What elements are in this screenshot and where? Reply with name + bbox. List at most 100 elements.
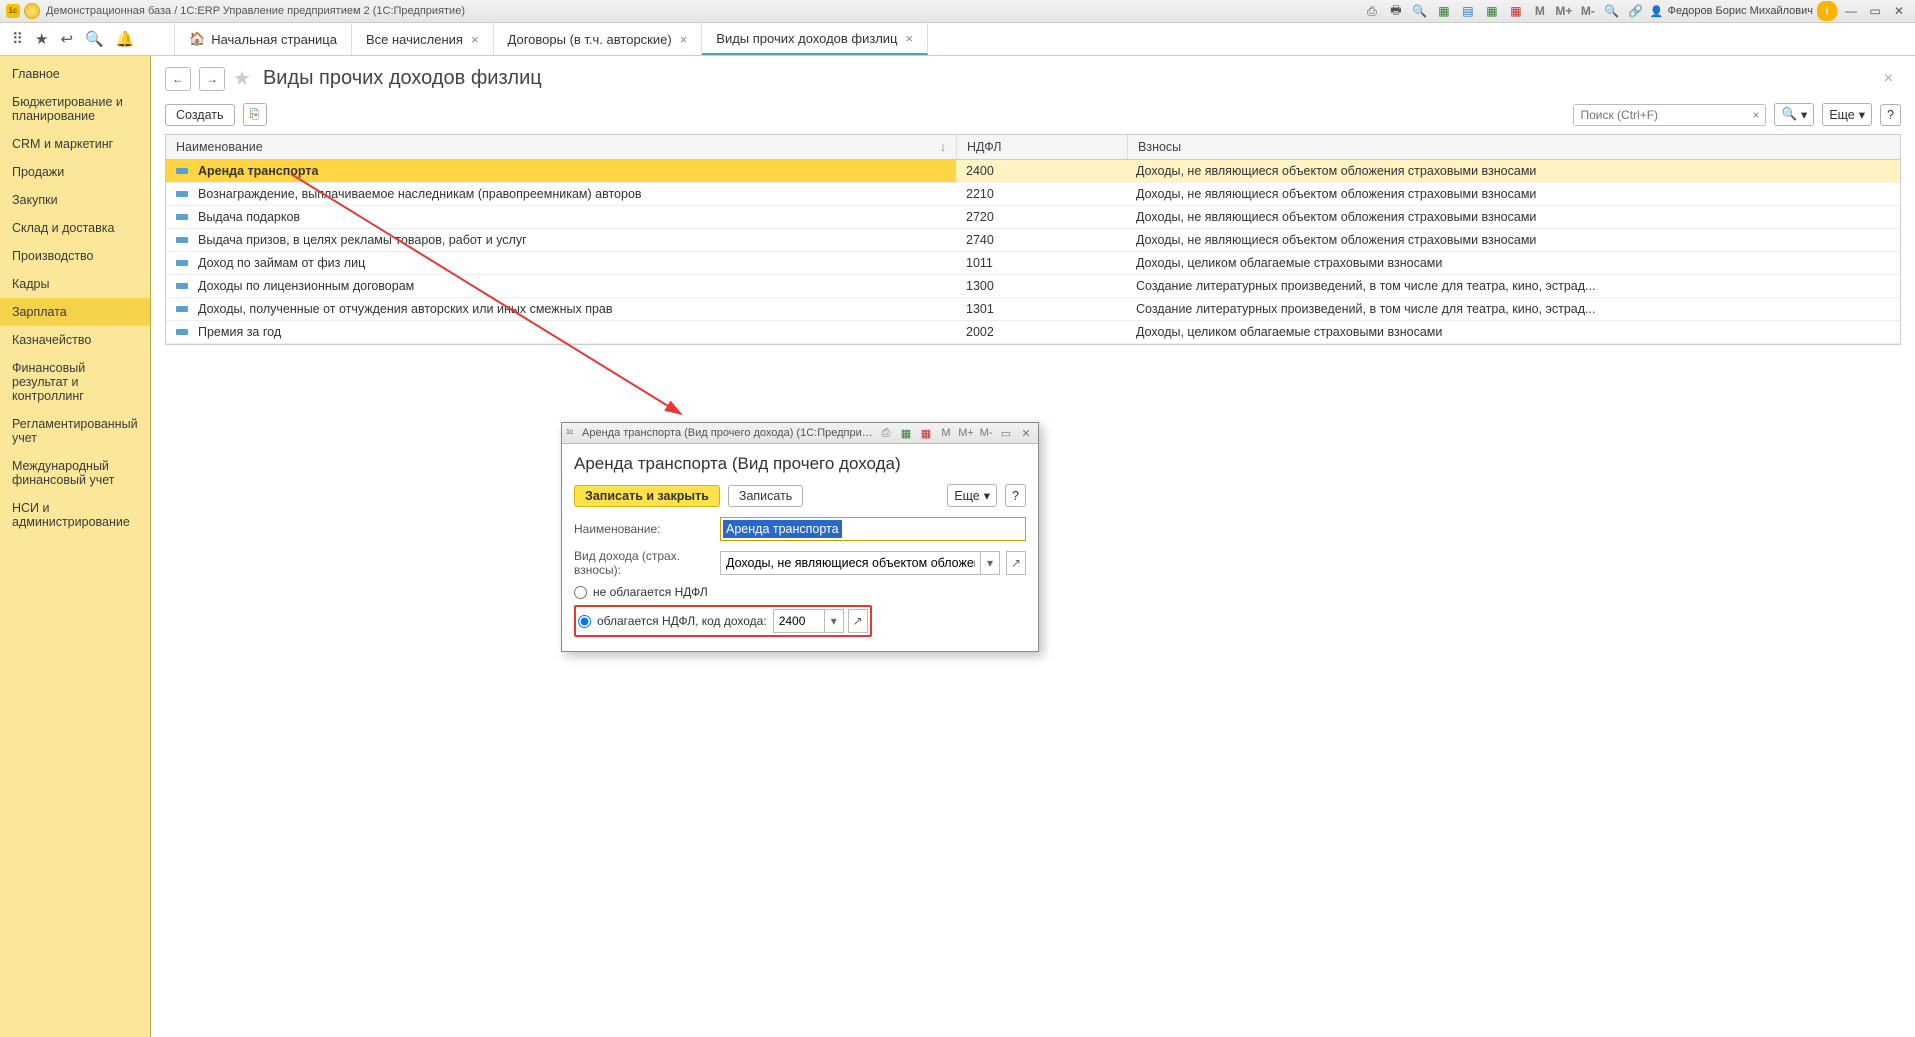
open-ref-icon[interactable]: ↗ (848, 609, 868, 633)
table-row[interactable]: Выдача подарков 2720 Доходы, не являющие… (166, 206, 1900, 229)
sidebar-item-nsi[interactable]: НСИ и администрирование (0, 494, 150, 536)
col-ndfl[interactable]: НДФЛ (957, 135, 1128, 159)
grid-icon[interactable]: ▦ (898, 427, 914, 440)
find-icon[interactable]: 🔍 (85, 30, 104, 48)
close-dialog-icon[interactable]: ✕ (1018, 427, 1034, 440)
kind-input[interactable] (721, 553, 980, 573)
radio-no-ndfl-input[interactable] (574, 586, 587, 599)
current-user[interactable]: 👤 Федоров Борис Михайлович (1650, 5, 1813, 18)
m-minus-icon[interactable]: M- (978, 427, 994, 439)
notes-icon[interactable]: ▤ (1458, 1, 1478, 21)
table-icon[interactable]: ▦ (1482, 1, 1502, 21)
tab-home[interactable]: 🏠 Начальная страница (175, 23, 352, 55)
search-global-icon[interactable]: 🔍 (1410, 1, 1430, 21)
m-plus-icon[interactable]: M+ (1554, 1, 1574, 21)
ndfl-code-input[interactable] (774, 614, 824, 628)
more-button[interactable]: Еще▾ (1822, 103, 1872, 126)
m-minus-icon[interactable]: M- (1578, 1, 1598, 21)
table-row[interactable]: Аренда транспорта 2400 Доходы, не являющ… (166, 160, 1900, 183)
search-input[interactable] (1574, 105, 1746, 125)
chevron-down-icon[interactable]: ▾ (980, 552, 999, 574)
sidebar-item-crm[interactable]: CRM и маркетинг (0, 130, 150, 158)
notifications-icon[interactable]: 🔔 (116, 30, 135, 48)
open-ref-icon[interactable]: ↗ (1006, 551, 1026, 575)
close-icon[interactable]: × (905, 31, 913, 46)
tab-all-accruals[interactable]: Все начисления × (352, 23, 494, 55)
close-app-icon[interactable]: ✕ (1889, 1, 1909, 21)
app-menu-drop-icon[interactable] (24, 3, 40, 19)
table-row[interactable]: Доходы, полученные от отчуждения авторск… (166, 298, 1900, 321)
chevron-down-icon[interactable]: ▾ (824, 610, 843, 632)
favorite-toggle-icon[interactable]: ★ (233, 66, 251, 91)
maximize-dialog-icon[interactable]: ▭ (998, 427, 1014, 440)
radio-no-ndfl[interactable]: не облагается НДФЛ (574, 585, 1026, 599)
sidebar-item-budgeting[interactable]: Бюджетирование и планирование (0, 88, 150, 130)
col-contrib[interactable]: Взносы (1128, 135, 1900, 159)
cell-contrib: Создание литературных произведений, в то… (1126, 298, 1900, 320)
content: ← → ★ Виды прочих доходов физлиц × Созда… (151, 56, 1915, 1037)
apps-icon[interactable]: ⠿ (12, 30, 23, 48)
table-row[interactable]: Вознаграждение, выплачиваемое наследника… (166, 183, 1900, 206)
copy-button[interactable]: ⎘ (243, 103, 267, 126)
table-row[interactable]: Премия за год 2002 Доходы, целиком облаг… (166, 321, 1900, 344)
close-icon[interactable]: × (680, 32, 688, 47)
col-name[interactable]: Наименование↓ (166, 135, 957, 159)
favorites-icon[interactable]: ★ (35, 30, 48, 48)
nav-forward-button[interactable]: → (199, 67, 225, 91)
print-preview-icon[interactable]: ⎙ (1362, 1, 1382, 21)
tab-other-income-types[interactable]: Виды прочих доходов физлиц × (702, 23, 928, 55)
create-button[interactable]: Создать (165, 104, 235, 126)
tab-contracts[interactable]: Договоры (в т.ч. авторские) × (494, 23, 703, 55)
m-icon[interactable]: M (1530, 1, 1550, 21)
info-icon[interactable]: i (1817, 1, 1837, 21)
name-input[interactable]: Аренда транспорта (723, 520, 842, 538)
clear-search-icon[interactable]: × (1746, 108, 1765, 122)
print-icon[interactable]: ⎙ (878, 427, 894, 440)
calc-icon[interactable]: ▦ (1434, 1, 1454, 21)
sidebar-item-finresult[interactable]: Финансовый результат и контроллинг (0, 354, 150, 410)
cell-contrib: Доходы, целиком облагаемые страховыми вз… (1126, 252, 1900, 274)
sidebar-item-main[interactable]: Главное (0, 60, 150, 88)
table-row[interactable]: Выдача призов, в целях рекламы товаров, … (166, 229, 1900, 252)
radio-ndfl-input[interactable] (578, 615, 591, 628)
maximize-icon[interactable]: ▭ (1865, 1, 1885, 21)
sidebar-item-regaccounting[interactable]: Регламентированный учет (0, 410, 150, 452)
dialog-more-button[interactable]: Еще▾ (947, 484, 997, 507)
sidebar-item-warehouse[interactable]: Склад и доставка (0, 214, 150, 242)
dialog-help-button[interactable]: ? (1005, 484, 1026, 507)
ndfl-code-combo[interactable]: ▾ (773, 609, 844, 633)
help-button[interactable]: ? (1880, 104, 1901, 126)
close-icon[interactable]: × (471, 32, 479, 47)
table-row[interactable]: Доход по займам от физ лиц 1011 Доходы, … (166, 252, 1900, 275)
m-plus-icon[interactable]: M+ (958, 427, 974, 439)
table-row[interactable]: Доходы по лицензионным договорам 1300 Со… (166, 275, 1900, 298)
calendar-icon[interactable]: ▦ (1506, 1, 1526, 21)
link-icon[interactable]: 🔗 (1626, 1, 1646, 21)
history-icon[interactable]: ↩ (60, 30, 73, 48)
calendar-icon[interactable]: ▦ (918, 427, 934, 440)
zoom-icon[interactable]: 🔍 (1602, 1, 1622, 21)
user-icon: 👤 (1650, 5, 1664, 18)
kind-combo[interactable]: ▾ (720, 551, 1000, 575)
page-close-icon[interactable]: × (1884, 70, 1901, 88)
sidebar-item-production[interactable]: Производство (0, 242, 150, 270)
radio-ndfl[interactable]: облагается НДФЛ, код дохода: (578, 614, 767, 628)
sidebar-item-sales[interactable]: Продажи (0, 158, 150, 186)
cell-ndfl: 2002 (956, 321, 1126, 343)
sidebar-item-salary[interactable]: Зарплата (0, 298, 150, 326)
m-icon[interactable]: M (938, 427, 954, 439)
sidebar-item-treasury[interactable]: Казначейство (0, 326, 150, 354)
page-title: Виды прочих доходов физлиц (263, 67, 542, 90)
minimize-icon[interactable]: — (1841, 1, 1861, 21)
search-go-button[interactable]: 🔍▾ (1774, 103, 1814, 126)
print-icon[interactable]: 🖶 (1386, 1, 1406, 21)
sidebar-item-purchases[interactable]: Закупки (0, 186, 150, 214)
name-input-wrap[interactable]: Аренда транспорта (720, 517, 1026, 541)
sidebar-item-ifrs[interactable]: Международный финансовый учет (0, 452, 150, 494)
nav-back-button[interactable]: ← (165, 67, 191, 91)
save-close-button[interactable]: Записать и закрыть (574, 485, 720, 507)
sidebar-item-hr[interactable]: Кадры (0, 270, 150, 298)
search-field[interactable]: × (1573, 104, 1766, 126)
dialog-titlebar[interactable]: 1c Аренда транспорта (Вид прочего дохода… (562, 423, 1038, 444)
save-button[interactable]: Записать (728, 485, 803, 507)
